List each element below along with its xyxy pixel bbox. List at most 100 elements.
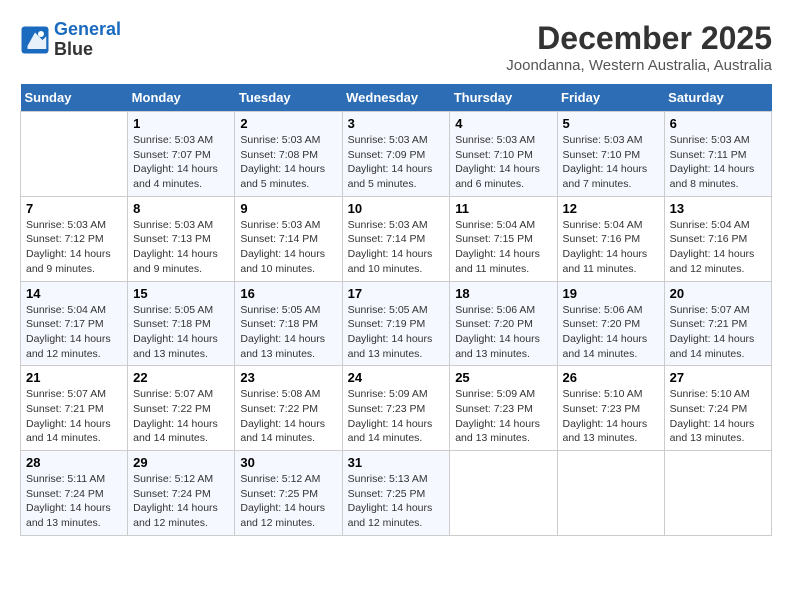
day-number: 7: [26, 201, 122, 216]
calendar-cell: 15Sunrise: 5:05 AM Sunset: 7:18 PM Dayli…: [128, 281, 235, 366]
calendar-table: SundayMondayTuesdayWednesdayThursdayFrid…: [20, 84, 772, 536]
day-info: Sunrise: 5:04 AM Sunset: 7:16 PM Dayligh…: [563, 218, 659, 277]
calendar-cell: 16Sunrise: 5:05 AM Sunset: 7:18 PM Dayli…: [235, 281, 342, 366]
day-number: 11: [455, 201, 551, 216]
day-info: Sunrise: 5:07 AM Sunset: 7:21 PM Dayligh…: [26, 387, 122, 446]
calendar-cell: 28 Sunrise: 5:11 AM Sunset: 7:24 PM Dayli…: [21, 451, 128, 536]
calendar-cell: 3Sunrise: 5:03 AM Sunset: 7:09 PM Daylig…: [342, 112, 450, 197]
calendar-cell: [450, 451, 557, 536]
calendar-cell: 19 Sunrise: 5:06 AM Sunset: 7:20 PM Dayli…: [557, 281, 664, 366]
day-number: 9: [240, 201, 336, 216]
calendar-cell: 10 Sunrise: 5:03 AM Sunset: 7:14 PM Dayli…: [342, 196, 450, 281]
day-number: 29: [133, 455, 229, 470]
day-info: Sunrise: 5:03 AM Sunset: 7:09 PM Dayligh…: [348, 133, 445, 192]
day-info: Sunrise: 5:11 AM Sunset: 7:24 PM Dayligh…: [26, 472, 122, 531]
day-info: Sunrise: 5:04 AM Sunset: 7:17 PM Dayligh…: [26, 303, 122, 362]
day-info: Sunrise: 5:03 AM Sunset: 7:08 PM Dayligh…: [240, 133, 336, 192]
weekday-header-wednesday: Wednesday: [342, 84, 450, 112]
calendar-cell: 8Sunrise: 5:03 AM Sunset: 7:13 PM Daylig…: [128, 196, 235, 281]
day-number: 22: [133, 370, 229, 385]
logo-icon: [20, 25, 50, 55]
month-title: December 2025: [506, 20, 772, 57]
day-info: Sunrise: 5:03 AM Sunset: 7:10 PM Dayligh…: [455, 133, 551, 192]
calendar-cell: 21 Sunrise: 5:07 AM Sunset: 7:21 PM Dayli…: [21, 366, 128, 451]
day-info: Sunrise: 5:03 AM Sunset: 7:14 PM Dayligh…: [348, 218, 445, 277]
day-info: Sunrise: 5:03 AM Sunset: 7:11 PM Dayligh…: [670, 133, 766, 192]
day-number: 13: [670, 201, 766, 216]
logo: GeneralBlue: [20, 20, 121, 60]
day-number: 15: [133, 286, 229, 301]
day-info: Sunrise: 5:09 AM Sunset: 7:23 PM Dayligh…: [455, 387, 551, 446]
calendar-cell: [21, 112, 128, 197]
calendar-cell: 20 Sunrise: 5:07 AM Sunset: 7:21 PM Dayli…: [664, 281, 771, 366]
calendar-cell: 26Sunrise: 5:10 AM Sunset: 7:23 PM Dayli…: [557, 366, 664, 451]
day-number: 18: [455, 286, 551, 301]
day-info: Sunrise: 5:08 AM Sunset: 7:22 PM Dayligh…: [240, 387, 336, 446]
calendar-week-row: 28 Sunrise: 5:11 AM Sunset: 7:24 PM Dayli…: [21, 451, 772, 536]
weekday-header-thursday: Thursday: [450, 84, 557, 112]
weekday-header-saturday: Saturday: [664, 84, 771, 112]
day-info: Sunrise: 5:03 AM Sunset: 7:14 PM Dayligh…: [240, 218, 336, 277]
day-info: Sunrise: 5:10 AM Sunset: 7:23 PM Dayligh…: [563, 387, 659, 446]
day-info: Sunrise: 5:03 AM Sunset: 7:10 PM Dayligh…: [563, 133, 659, 192]
calendar-body: 1 Sunrise: 5:03 AM Sunset: 7:07 PM Daylig…: [21, 112, 772, 536]
calendar-cell: [557, 451, 664, 536]
day-info: Sunrise: 5:03 AM Sunset: 7:12 PM Dayligh…: [26, 218, 122, 277]
day-info: Sunrise: 5:05 AM Sunset: 7:19 PM Dayligh…: [348, 303, 445, 362]
day-number: 24: [348, 370, 445, 385]
calendar-cell: [664, 451, 771, 536]
calendar-cell: 7 Sunrise: 5:03 AM Sunset: 7:12 PM Daylig…: [21, 196, 128, 281]
calendar-cell: 13 Sunrise: 5:04 AM Sunset: 7:16 PM Dayli…: [664, 196, 771, 281]
calendar-cell: 27Sunrise: 5:10 AM Sunset: 7:24 PM Dayli…: [664, 366, 771, 451]
day-info: Sunrise: 5:06 AM Sunset: 7:20 PM Dayligh…: [455, 303, 551, 362]
day-number: 16: [240, 286, 336, 301]
calendar-week-row: 14 Sunrise: 5:04 AM Sunset: 7:17 PM Dayli…: [21, 281, 772, 366]
calendar-cell: 24Sunrise: 5:09 AM Sunset: 7:23 PM Dayli…: [342, 366, 450, 451]
weekday-header-monday: Monday: [128, 84, 235, 112]
day-info: Sunrise: 5:03 AM Sunset: 7:07 PM Dayligh…: [133, 133, 229, 192]
calendar-cell: 22 Sunrise: 5:07 AM Sunset: 7:22 PM Dayli…: [128, 366, 235, 451]
calendar-cell: 31 Sunrise: 5:13 AM Sunset: 7:25 PM Dayli…: [342, 451, 450, 536]
calendar-cell: 5 Sunrise: 5:03 AM Sunset: 7:10 PM Daylig…: [557, 112, 664, 197]
day-info: Sunrise: 5:13 AM Sunset: 7:25 PM Dayligh…: [348, 472, 445, 531]
day-number: 1: [133, 116, 229, 131]
day-number: 30: [240, 455, 336, 470]
day-info: Sunrise: 5:04 AM Sunset: 7:15 PM Dayligh…: [455, 218, 551, 277]
page-header: GeneralBlue December 2025 Joondanna, Wes…: [20, 20, 772, 74]
weekday-header-row: SundayMondayTuesdayWednesdayThursdayFrid…: [21, 84, 772, 112]
calendar-cell: 11 Sunrise: 5:04 AM Sunset: 7:15 PM Dayli…: [450, 196, 557, 281]
location-subtitle: Joondanna, Western Australia, Australia: [506, 57, 772, 74]
calendar-cell: 23 Sunrise: 5:08 AM Sunset: 7:22 PM Dayli…: [235, 366, 342, 451]
day-info: Sunrise: 5:07 AM Sunset: 7:21 PM Dayligh…: [670, 303, 766, 362]
day-info: Sunrise: 5:07 AM Sunset: 7:22 PM Dayligh…: [133, 387, 229, 446]
calendar-cell: 17Sunrise: 5:05 AM Sunset: 7:19 PM Dayli…: [342, 281, 450, 366]
day-number: 19: [563, 286, 659, 301]
day-number: 23: [240, 370, 336, 385]
calendar-cell: 25 Sunrise: 5:09 AM Sunset: 7:23 PM Dayli…: [450, 366, 557, 451]
calendar-cell: 14 Sunrise: 5:04 AM Sunset: 7:17 PM Dayli…: [21, 281, 128, 366]
calendar-cell: 18 Sunrise: 5:06 AM Sunset: 7:20 PM Dayli…: [450, 281, 557, 366]
day-number: 8: [133, 201, 229, 216]
calendar-cell: 9 Sunrise: 5:03 AM Sunset: 7:14 PM Daylig…: [235, 196, 342, 281]
day-number: 5: [563, 116, 659, 131]
calendar-cell: 6Sunrise: 5:03 AM Sunset: 7:11 PM Daylig…: [664, 112, 771, 197]
day-info: Sunrise: 5:06 AM Sunset: 7:20 PM Dayligh…: [563, 303, 659, 362]
day-info: Sunrise: 5:04 AM Sunset: 7:16 PM Dayligh…: [670, 218, 766, 277]
day-number: 10: [348, 201, 445, 216]
calendar-cell: 2 Sunrise: 5:03 AM Sunset: 7:08 PM Daylig…: [235, 112, 342, 197]
day-number: 25: [455, 370, 551, 385]
day-number: 31: [348, 455, 445, 470]
calendar-cell: 29Sunrise: 5:12 AM Sunset: 7:24 PM Dayli…: [128, 451, 235, 536]
calendar-week-row: 7 Sunrise: 5:03 AM Sunset: 7:12 PM Daylig…: [21, 196, 772, 281]
weekday-header-sunday: Sunday: [21, 84, 128, 112]
weekday-header-tuesday: Tuesday: [235, 84, 342, 112]
calendar-week-row: 21 Sunrise: 5:07 AM Sunset: 7:21 PM Dayli…: [21, 366, 772, 451]
day-number: 21: [26, 370, 122, 385]
day-number: 27: [670, 370, 766, 385]
weekday-header-friday: Friday: [557, 84, 664, 112]
day-number: 28: [26, 455, 122, 470]
day-number: 20: [670, 286, 766, 301]
day-number: 14: [26, 286, 122, 301]
calendar-cell: 12Sunrise: 5:04 AM Sunset: 7:16 PM Dayli…: [557, 196, 664, 281]
day-number: 2: [240, 116, 336, 131]
